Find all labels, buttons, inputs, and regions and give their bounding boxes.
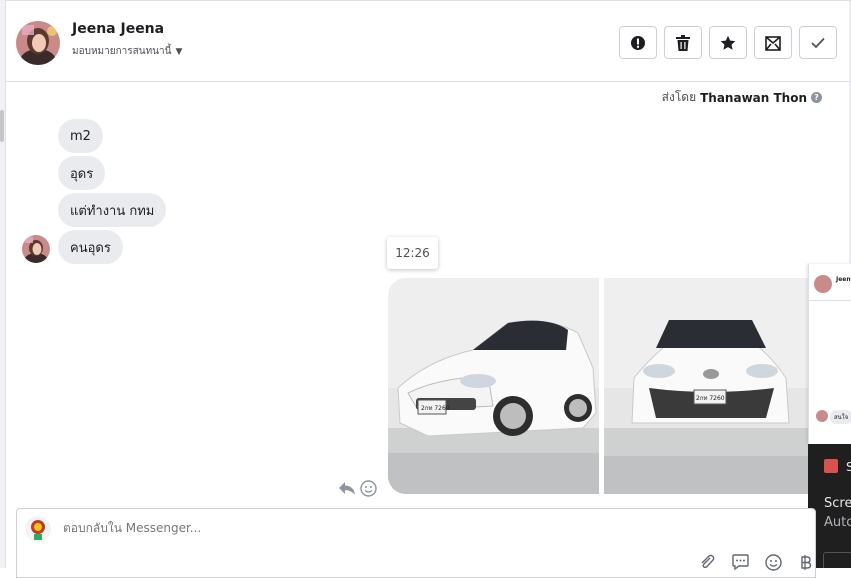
car-photo[interactable]: 2กท 7260 [604,278,815,494]
assign-conversation[interactable]: มอบหมายการสนทนานี้ ▼ [72,44,182,59]
message-bubble[interactable]: m2 [58,119,103,153]
mark-unread-button[interactable] [754,26,792,59]
done-button[interactable] [799,26,837,59]
notification-app-icon [824,459,838,473]
preview-chip: สนใจ [830,410,851,424]
overlay-preview-panel[interactable]: Jeen สนใจ [808,264,851,444]
photo-attachments: 2กท 7260 2กท 7260 [388,278,828,494]
check-icon [811,37,825,48]
notification-line1: Scre [824,496,851,511]
message-bubble[interactable]: อุดร [58,156,106,190]
caret-down-icon[interactable]: ▼ [175,47,182,57]
delete-button[interactable] [664,26,702,59]
left-frame [0,0,6,568]
saved-replies-button[interactable] [730,552,750,572]
help-icon[interactable]: ? [811,92,822,103]
preview-divider [809,300,851,301]
composer-toolbar [697,552,816,572]
page-avatar [25,516,51,542]
trash-icon [676,34,690,51]
star-icon [720,35,736,50]
report-button[interactable] [619,26,657,59]
sender-avatar[interactable] [22,235,50,263]
emoji-react-icon[interactable] [360,480,377,501]
reply-icon[interactable] [338,480,356,500]
envelope-icon [765,35,781,51]
star-button[interactable] [709,26,747,59]
contact-avatar[interactable] [16,21,60,65]
header-actions [619,26,837,59]
preview-avatar [814,275,832,293]
preview-chip-avatar [816,410,828,422]
message-bubble[interactable]: คนอุดร [58,230,123,264]
scrollbar[interactable] [0,110,4,142]
attach-button[interactable] [697,552,717,572]
notification-title: S [846,460,851,474]
alert-icon [631,35,645,50]
sent-by-name: Thanawan Thon [700,90,807,105]
sent-by: ส่งโดย Thanawan Thon ? [662,88,822,107]
emoji-button[interactable] [763,552,783,572]
notification-button[interactable] [823,552,851,568]
message-bubble[interactable]: แต่ทำงาน กทม [58,193,167,227]
conversation-header: Jeena Jeena มอบหมายการสนทนานี้ ▼ [6,0,851,82]
reply-input[interactable] [61,520,661,536]
payment-button[interactable] [796,552,816,572]
assign-label[interactable]: มอบหมายการสนทนานี้ [72,44,171,59]
car-photo[interactable]: 2กท 7260 [388,278,599,494]
contact-name[interactable]: Jeena Jeena [72,21,164,37]
license-plate: 2กท 7260 [696,395,725,402]
preview-name: Jeen [836,276,851,283]
notification-line2: Auto [824,515,851,530]
timestamp-tooltip: 12:26 [387,237,438,269]
license-plate: 2กท 7260 [421,405,450,412]
sent-by-prefix: ส่งโดย [661,90,697,104]
